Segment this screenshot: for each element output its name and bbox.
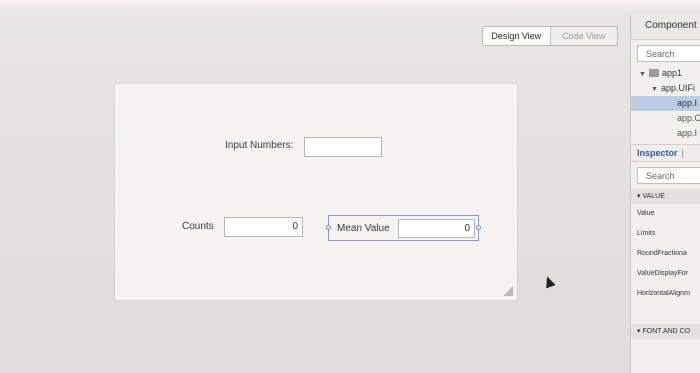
design-view-button[interactable]: Design View bbox=[483, 27, 551, 45]
tree-node-label: app.UIFi bbox=[661, 83, 696, 93]
component-browser-title: Component bbox=[631, 14, 700, 40]
tree-node-label: app.I bbox=[677, 98, 698, 108]
value-section-header[interactable]: ▾ VALUE bbox=[631, 189, 700, 204]
mean-value-label: Mean Value bbox=[337, 223, 390, 234]
tree-node-label: app.I bbox=[677, 128, 698, 138]
code-view-button[interactable]: Code View bbox=[551, 27, 618, 45]
top-band bbox=[0, 0, 700, 14]
mean-value-field[interactable]: 0 bbox=[398, 219, 475, 238]
tab-separator: | bbox=[681, 148, 684, 158]
component-browser-panel: Component Search ▼ app1 ▼ app.UIFi app.I a… bbox=[630, 14, 700, 373]
inspector-tab-bar: Inspector | bbox=[631, 144, 700, 162]
chevron-down-icon[interactable]: ▼ bbox=[651, 82, 661, 97]
component-search-input[interactable]: Search bbox=[637, 45, 700, 62]
property-horizontal-alignment[interactable]: HorizontalAlignm bbox=[631, 284, 700, 304]
input-numbers-label: Input Numbers: bbox=[225, 140, 294, 151]
font-section-header[interactable]: ▾ FONT AND CO bbox=[631, 324, 700, 339]
section-label: FONT AND CO bbox=[642, 328, 691, 335]
property-limits[interactable]: Limits bbox=[631, 224, 700, 244]
resize-grip-icon[interactable] bbox=[503, 286, 513, 296]
property-value[interactable]: Value bbox=[631, 204, 700, 224]
tree-node-uifigure[interactable]: ▼ app.UIFi bbox=[631, 81, 700, 96]
chevron-down-icon[interactable]: ▼ bbox=[639, 67, 649, 82]
tree-node-child[interactable]: app.I bbox=[631, 126, 700, 141]
tree-node-label: app.C bbox=[677, 113, 700, 123]
view-toggle: Design View Code View bbox=[482, 26, 618, 46]
tree-node-app1[interactable]: ▼ app1 bbox=[631, 66, 700, 81]
input-numbers-field[interactable] bbox=[304, 137, 382, 157]
property-round-fractional[interactable]: RoundFractiona bbox=[631, 244, 700, 264]
tree-node-child[interactable]: app.C bbox=[631, 111, 700, 126]
app-icon bbox=[649, 69, 659, 77]
property-value-display-format[interactable]: ValueDisplayFor bbox=[631, 264, 700, 284]
section-label: VALUE bbox=[642, 193, 665, 200]
component-tree: ▼ app1 ▼ app.UIFi app.I app.C app.I bbox=[631, 66, 700, 141]
tree-node-label: app1 bbox=[662, 68, 683, 78]
inspector-search-input[interactable]: Search bbox=[637, 167, 700, 184]
app-canvas[interactable]: Input Numbers: Counts 0 Mean Value 0 bbox=[115, 84, 517, 300]
tab-inspector[interactable]: Inspector bbox=[637, 148, 678, 158]
left-resize-handle[interactable] bbox=[326, 225, 331, 230]
counts-label: Counts bbox=[182, 221, 214, 232]
right-resize-handle[interactable] bbox=[476, 225, 481, 230]
counts-field[interactable]: 0 bbox=[224, 217, 303, 237]
tree-node-selected[interactable]: app.I bbox=[631, 96, 700, 111]
